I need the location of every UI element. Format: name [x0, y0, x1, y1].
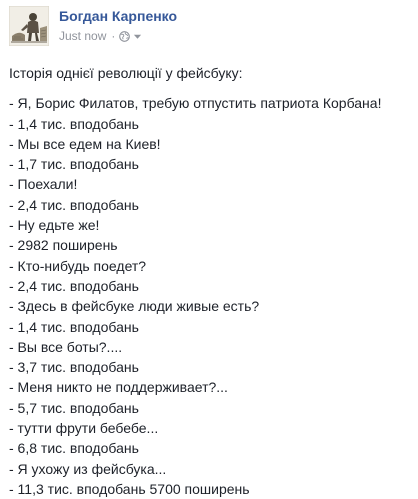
- post-line: - Здесь в фейсбуке люди живые есть?: [9, 298, 260, 315]
- post-line: - Ну едьте же!: [9, 217, 100, 234]
- chevron-down-icon[interactable]: [133, 32, 142, 41]
- post-line: - 2982 поширень: [9, 237, 118, 254]
- post-line: - Мы все едем на Киев!: [9, 135, 161, 152]
- meta-separator: ·: [111, 29, 116, 43]
- facebook-post: Богдан Карпенко Just now · Історія одніє…: [0, 0, 418, 497]
- post-meta: Богдан Карпенко Just now ·: [59, 6, 177, 43]
- post-line: - 1,4 тис. вподобань: [9, 115, 139, 132]
- post-timestamp[interactable]: Just now: [59, 29, 106, 43]
- post-line: - 5,7 тис. вподобань: [9, 399, 139, 416]
- post-line: - Вы все боты?....: [9, 338, 123, 355]
- post-line: - Я ухожу из фейсбука...: [9, 460, 167, 477]
- post-line: - 6,8 тис. вподобань: [9, 440, 139, 457]
- post-line: - 11,3 тис. вподобань 5700 поширень: [9, 480, 250, 497]
- post-line: - Я, Борис Филатов, требую отпустить пат…: [9, 95, 382, 112]
- post-line: - Меня никто не поддерживает?...: [9, 379, 228, 396]
- post-line: - тутти фрути бебебе...: [9, 420, 159, 437]
- post-line: - 2,4 тис. вподобань: [9, 277, 139, 294]
- post-line: - 3,7 тис. вподобань: [9, 359, 139, 376]
- post-subline: Just now ·: [59, 29, 177, 43]
- post-intro: Історія однієї революції у фейсбуку:: [9, 65, 243, 81]
- post-line: - 2,4 тис. вподобань: [9, 196, 139, 213]
- globe-icon[interactable]: [119, 30, 131, 42]
- post-line: - Кто-нибудь поедет?: [9, 257, 147, 274]
- post-line: - 1,4 тис. вподобань: [9, 318, 139, 335]
- post-text: Історія однієї революції у фейсбуку: - Я…: [9, 63, 413, 499]
- post-header: Богдан Карпенко Just now ·: [9, 6, 177, 50]
- avatar[interactable]: [9, 6, 49, 46]
- post-line: - Поехали!: [9, 176, 78, 193]
- author-name[interactable]: Богдан Карпенко: [59, 8, 177, 25]
- post-line: - 1,7 тис. вподобань: [9, 156, 139, 173]
